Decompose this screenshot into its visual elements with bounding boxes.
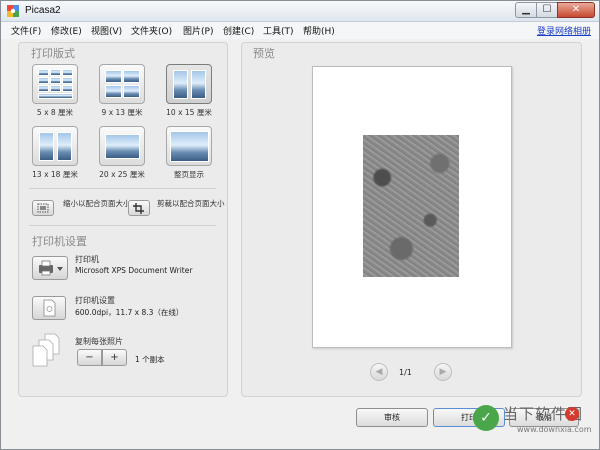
- divider: [29, 225, 216, 226]
- watermark-url: www.downxia.com: [517, 425, 592, 434]
- menu-folder[interactable]: 文件夹(O): [131, 24, 172, 37]
- printer-label: 打印机: [75, 255, 99, 264]
- previous-page-button[interactable]: ◀: [370, 363, 388, 381]
- menu-view[interactable]: 视图(V): [91, 24, 122, 37]
- printer-settings-label: 打印机设置: [75, 296, 115, 305]
- layout-5x8-button[interactable]: [32, 64, 78, 104]
- preview-title: 预览: [253, 47, 275, 60]
- app-window: Picasa2 ▁ ☐ ✕ 文件(F) 修改(E) 视图(V) 文件夹(O) 图…: [0, 0, 600, 450]
- document-settings-icon: [43, 299, 56, 317]
- next-page-button[interactable]: ▶: [434, 363, 452, 381]
- crop-icon: [133, 203, 144, 214]
- printer-select-button[interactable]: [32, 256, 68, 280]
- menu-tools[interactable]: 工具(T): [263, 24, 294, 37]
- layout-5x8-label: 5 x 8 厘米: [36, 108, 74, 117]
- copies-icon: [32, 333, 60, 367]
- chevron-right-icon: ▶: [439, 367, 447, 377]
- menu-help[interactable]: 帮助(H): [303, 24, 335, 37]
- printer-properties-button[interactable]: [32, 296, 66, 320]
- divider: [29, 188, 216, 189]
- chevron-left-icon: ◀: [375, 367, 383, 377]
- copies-label: 复制每张照片: [75, 337, 123, 346]
- login-web-album-link[interactable]: 登录网络相册: [537, 24, 591, 37]
- menu-picture[interactable]: 图片(P): [183, 24, 213, 37]
- layout-full-page-label: 整页显示: [174, 170, 204, 179]
- layout-13x18-button[interactable]: [32, 126, 78, 166]
- layout-10x15-button[interactable]: [166, 64, 212, 104]
- shrink-to-fit-icon: [37, 203, 49, 213]
- window-title: Picasa2: [25, 5, 61, 16]
- page-indicator: 1/1: [399, 368, 412, 377]
- layout-13x18-label: 13 x 18 厘米: [32, 170, 78, 179]
- title-bar: Picasa2 ▁ ☐ ✕: [1, 1, 599, 22]
- layout-20x25-label: 20 x 25 厘米: [99, 170, 145, 179]
- printer-icon: [39, 260, 63, 276]
- menu-file[interactable]: 文件(F): [11, 24, 41, 37]
- crop-to-fit-label: 剪裁以配合页面大小: [157, 199, 225, 208]
- review-button[interactable]: 审核: [356, 408, 428, 427]
- copies-increase-button[interactable]: +: [102, 349, 127, 366]
- minimize-button[interactable]: ▁: [515, 2, 537, 18]
- site-watermark: ✓ 当下软件园 www.downxia.com ✕: [471, 399, 599, 447]
- layout-9x13-label: 9 x 13 厘米: [101, 108, 143, 117]
- checkmark-logo-icon: ✓: [473, 405, 499, 431]
- layout-full-page-button[interactable]: [166, 126, 212, 166]
- copies-decrease-button[interactable]: −: [77, 349, 102, 366]
- layout-10x15-label: 10 x 15 厘米: [166, 108, 212, 117]
- close-icon: ✕: [571, 4, 581, 15]
- maximize-button[interactable]: ☐: [536, 2, 558, 18]
- printer-settings-value: 600.0dpi，11.7 x 8.3（在线）: [75, 308, 184, 317]
- close-x-logo-icon: ✕: [565, 407, 579, 421]
- menu-create[interactable]: 创建(C): [223, 24, 254, 37]
- layout-9x13-button[interactable]: [99, 64, 145, 104]
- print-layout-title: 打印版式: [31, 47, 75, 60]
- copies-value: 1 个副本: [135, 355, 165, 364]
- printer-settings-title: 打印机设置: [32, 235, 87, 248]
- maximize-icon: ☐: [542, 4, 552, 15]
- close-button[interactable]: ✕: [557, 2, 595, 18]
- layout-20x25-button[interactable]: [99, 126, 145, 166]
- printer-name: Microsoft XPS Document Writer: [75, 266, 193, 275]
- crop-to-fit-button[interactable]: [128, 200, 150, 216]
- picasa-logo-icon: [7, 5, 19, 17]
- preview-photo: [363, 135, 459, 277]
- menu-edit[interactable]: 修改(E): [51, 24, 82, 37]
- menu-bar: 文件(F) 修改(E) 视图(V) 文件夹(O) 图片(P) 创建(C) 工具(…: [1, 22, 599, 39]
- minimize-icon: ▁: [522, 4, 530, 15]
- shrink-to-fit-button[interactable]: [32, 200, 54, 216]
